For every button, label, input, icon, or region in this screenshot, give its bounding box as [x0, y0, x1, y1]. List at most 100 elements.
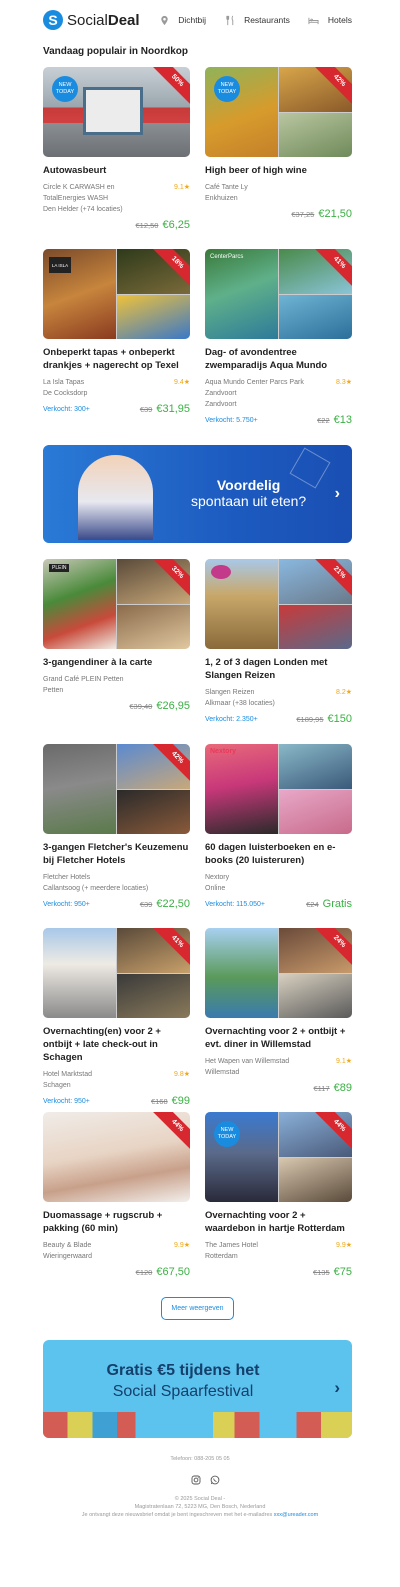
restaurant-photo: [117, 294, 190, 339]
deal-footer: Verkocht: 300+ €39 €31,95: [43, 403, 190, 417]
nav-item-restaurants[interactable]: Restaurants: [224, 14, 290, 26]
deal-merchant-2: Zandvoort: [205, 390, 237, 397]
deal-footer: Verkocht: 950+ €39 €22,50: [43, 898, 190, 912]
deal-footer: Verkocht: 115.050+ €24 Gratis: [205, 898, 352, 912]
new-price: €6,25: [162, 219, 190, 231]
deal-merchant: Nextory: [205, 874, 230, 881]
bed-icon: [308, 14, 320, 26]
deal-card[interactable]: 41% Overnachting(en) voor 2 + ontbijt + …: [43, 928, 190, 1109]
deal-title: Overnachting(en) voor 2 + ontbijt + late…: [43, 1026, 161, 1063]
deal-title: High beer of high wine: [205, 165, 307, 176]
sold-count: Verkocht: 115.050+: [205, 901, 265, 908]
deal-footer: Verkocht: 950+ €168 €99: [43, 1095, 190, 1109]
deal-merchant: Slangen Reizen: [205, 689, 255, 696]
london-bus-photo: [279, 604, 352, 649]
deal-location: Callantsoog (+ meerdere locaties): [43, 885, 149, 892]
listener-photo: [279, 789, 352, 834]
swim-photo: [279, 294, 352, 339]
deal-card[interactable]: 44% Duomassage + rugscrub + pakking (60 …: [43, 1112, 190, 1280]
deal-meta: Nextory Online: [205, 872, 352, 894]
new-price: €89: [333, 1082, 352, 1094]
deal-image: 41%: [43, 928, 190, 1018]
food-photo: [117, 604, 190, 649]
nextory-logo: Nextory: [210, 748, 237, 755]
deal-title: Dag- of avondentree zwemparadijs Aqua Mu…: [205, 347, 328, 371]
deal-merchant: Fletcher Hotels: [43, 874, 91, 881]
deal-title: Onbeperkt tapas + onbeperkt drankjes + n…: [43, 347, 179, 371]
deal-location: Wieringerwaard: [43, 1253, 93, 1260]
deal-meta: The James Hotel Rotterdam 9.9★: [205, 1240, 352, 1262]
deal-title: 3-gangendiner à la carte: [43, 657, 153, 668]
deal-meta: Café Tante Ly Enkhuizen: [205, 182, 352, 204]
deal-location: De Cocksdorp: [43, 390, 88, 397]
new-today-badge: NEW TODAY: [214, 76, 240, 102]
banner-line-2: spontaan uit eten?: [191, 493, 307, 509]
deal-card[interactable]: LA ISLA 18% Onbeperkt tapas + onbeperkt …: [43, 249, 190, 417]
nav-item-hotels[interactable]: Hotels: [308, 14, 352, 26]
instagram-icon[interactable]: [191, 1472, 201, 1485]
deal-merchant: Het Wapen van Willemstad: [205, 1058, 290, 1065]
deal-footer: €12,50 €6,25: [43, 219, 190, 233]
header: S SocialDeal Dichtbij Restaurants Hotels: [0, 0, 400, 42]
deal-location: Willemstad: [205, 1069, 240, 1076]
deal-footer: Verkocht: 5.750+ €22 €13: [205, 414, 352, 428]
hotel-room-photo: [279, 1157, 352, 1202]
deal-merchant: Beauty & Blade: [43, 1242, 92, 1249]
deal-card[interactable]: 21% 1, 2 of 3 dagen Londen met Slangen R…: [205, 559, 352, 727]
deal-location: Den Helder (+74 locaties): [43, 206, 123, 213]
deal-meta: La Isla Tapas De Cocksdorp 9.4★: [43, 377, 190, 399]
sold-count: Verkocht: 950+: [43, 1098, 90, 1105]
rating: 9.8★: [173, 1071, 190, 1078]
center-parcs-logo: CenterParcs: [210, 254, 244, 260]
banner-line-2: Social Spaarfestival: [112, 1383, 254, 1400]
rating: 8.2★: [335, 689, 352, 696]
new-price: €13: [333, 414, 352, 426]
deal-location: Alkmaar (+38 locaties): [205, 700, 275, 707]
breakfast-photo: [117, 973, 190, 1018]
deal-title: 3-gangen Fletcher's Keuzemenu bij Fletch…: [43, 842, 189, 866]
old-price: €22: [317, 416, 330, 425]
nav-item-dichtbij[interactable]: Dichtbij: [158, 14, 206, 26]
deal-merchant: The James Hotel: [205, 1242, 258, 1249]
social-deal-logo[interactable]: S SocialDeal: [43, 10, 140, 30]
deal-location: Online: [205, 885, 226, 892]
deal-card[interactable]: CenterParcs 41% Dag- of avondentree zwem…: [205, 249, 352, 428]
footer-email-link[interactable]: xxx@ureader.com: [274, 1512, 318, 1518]
deal-title: Autowasbeurt: [43, 165, 107, 176]
deal-card[interactable]: 42% 3-gangen Fletcher's Keuzemenu bij Fl…: [43, 744, 190, 912]
waterslide-photo: [205, 249, 278, 339]
deal-image: 21%: [205, 559, 352, 649]
deal-title: 1, 2 of 3 dagen Londen met Slangen Reize…: [205, 657, 328, 681]
deal-location: Enkhuizen: [205, 195, 238, 202]
deal-card[interactable]: 24% Overnachting voor 2 + ontbijt + evt.…: [205, 928, 352, 1096]
discount-ribbon: 50%: [150, 67, 190, 108]
deal-card[interactable]: PLEIN 32% 3-gangendiner à la carte Grand…: [43, 559, 190, 714]
more-button[interactable]: Meer weergeven: [161, 1297, 234, 1320]
deal-card[interactable]: NEW TODAY 42% High beer of high wine Café…: [205, 67, 352, 222]
new-price: Gratis: [322, 898, 352, 910]
deal-image: NEW TODAY 42%: [205, 67, 352, 157]
deal-title: Overnachting voor 2 + waardebon in hartj…: [205, 1210, 345, 1234]
reader-photo: [279, 744, 352, 789]
deal-merchant: Grand Café PLEIN Petten: [43, 676, 124, 683]
deal-card[interactable]: NEW TODAY 50% Autowasbeurt Circle K CARWA…: [43, 67, 190, 233]
fork-knife-icon: [224, 14, 236, 26]
spaarfestival-banner[interactable]: Gratis €5 tijdens het Social Spaarfestiv…: [43, 1340, 352, 1438]
hotel-facade-photo: [43, 928, 116, 1018]
deal-location: Rotterdam: [205, 1253, 238, 1260]
deal-card[interactable]: NEW TODAY 44% Overnachting voor 2 + waard…: [205, 1112, 352, 1280]
deal-card[interactable]: Nextory 60 dagen luisterboeken en e-book…: [205, 744, 352, 912]
footer-phone: Telefoon: 088-205 05 05: [170, 1456, 230, 1462]
new-price: €67,50: [156, 1266, 190, 1278]
rating: 9.1★: [173, 184, 190, 191]
deal-meta: Circle K CARWASH en TotalEnergies WASH D…: [43, 182, 190, 215]
deal-meta: Aqua Mundo Center Parcs Park Zandvoort Z…: [205, 377, 352, 410]
new-price: €21,50: [318, 208, 352, 220]
deal-image: 44%: [43, 1112, 190, 1202]
banner-line-1: Gratis €5 tijdens het: [106, 1362, 260, 1379]
old-price: €117: [313, 1084, 330, 1093]
top-nav: Dichtbij Restaurants Hotels: [140, 14, 352, 26]
waiter-illustration: [78, 455, 153, 540]
spontaan-eten-banner[interactable]: Voordelig spontaan uit eten? ›: [43, 445, 352, 543]
whatsapp-icon[interactable]: [210, 1472, 220, 1485]
